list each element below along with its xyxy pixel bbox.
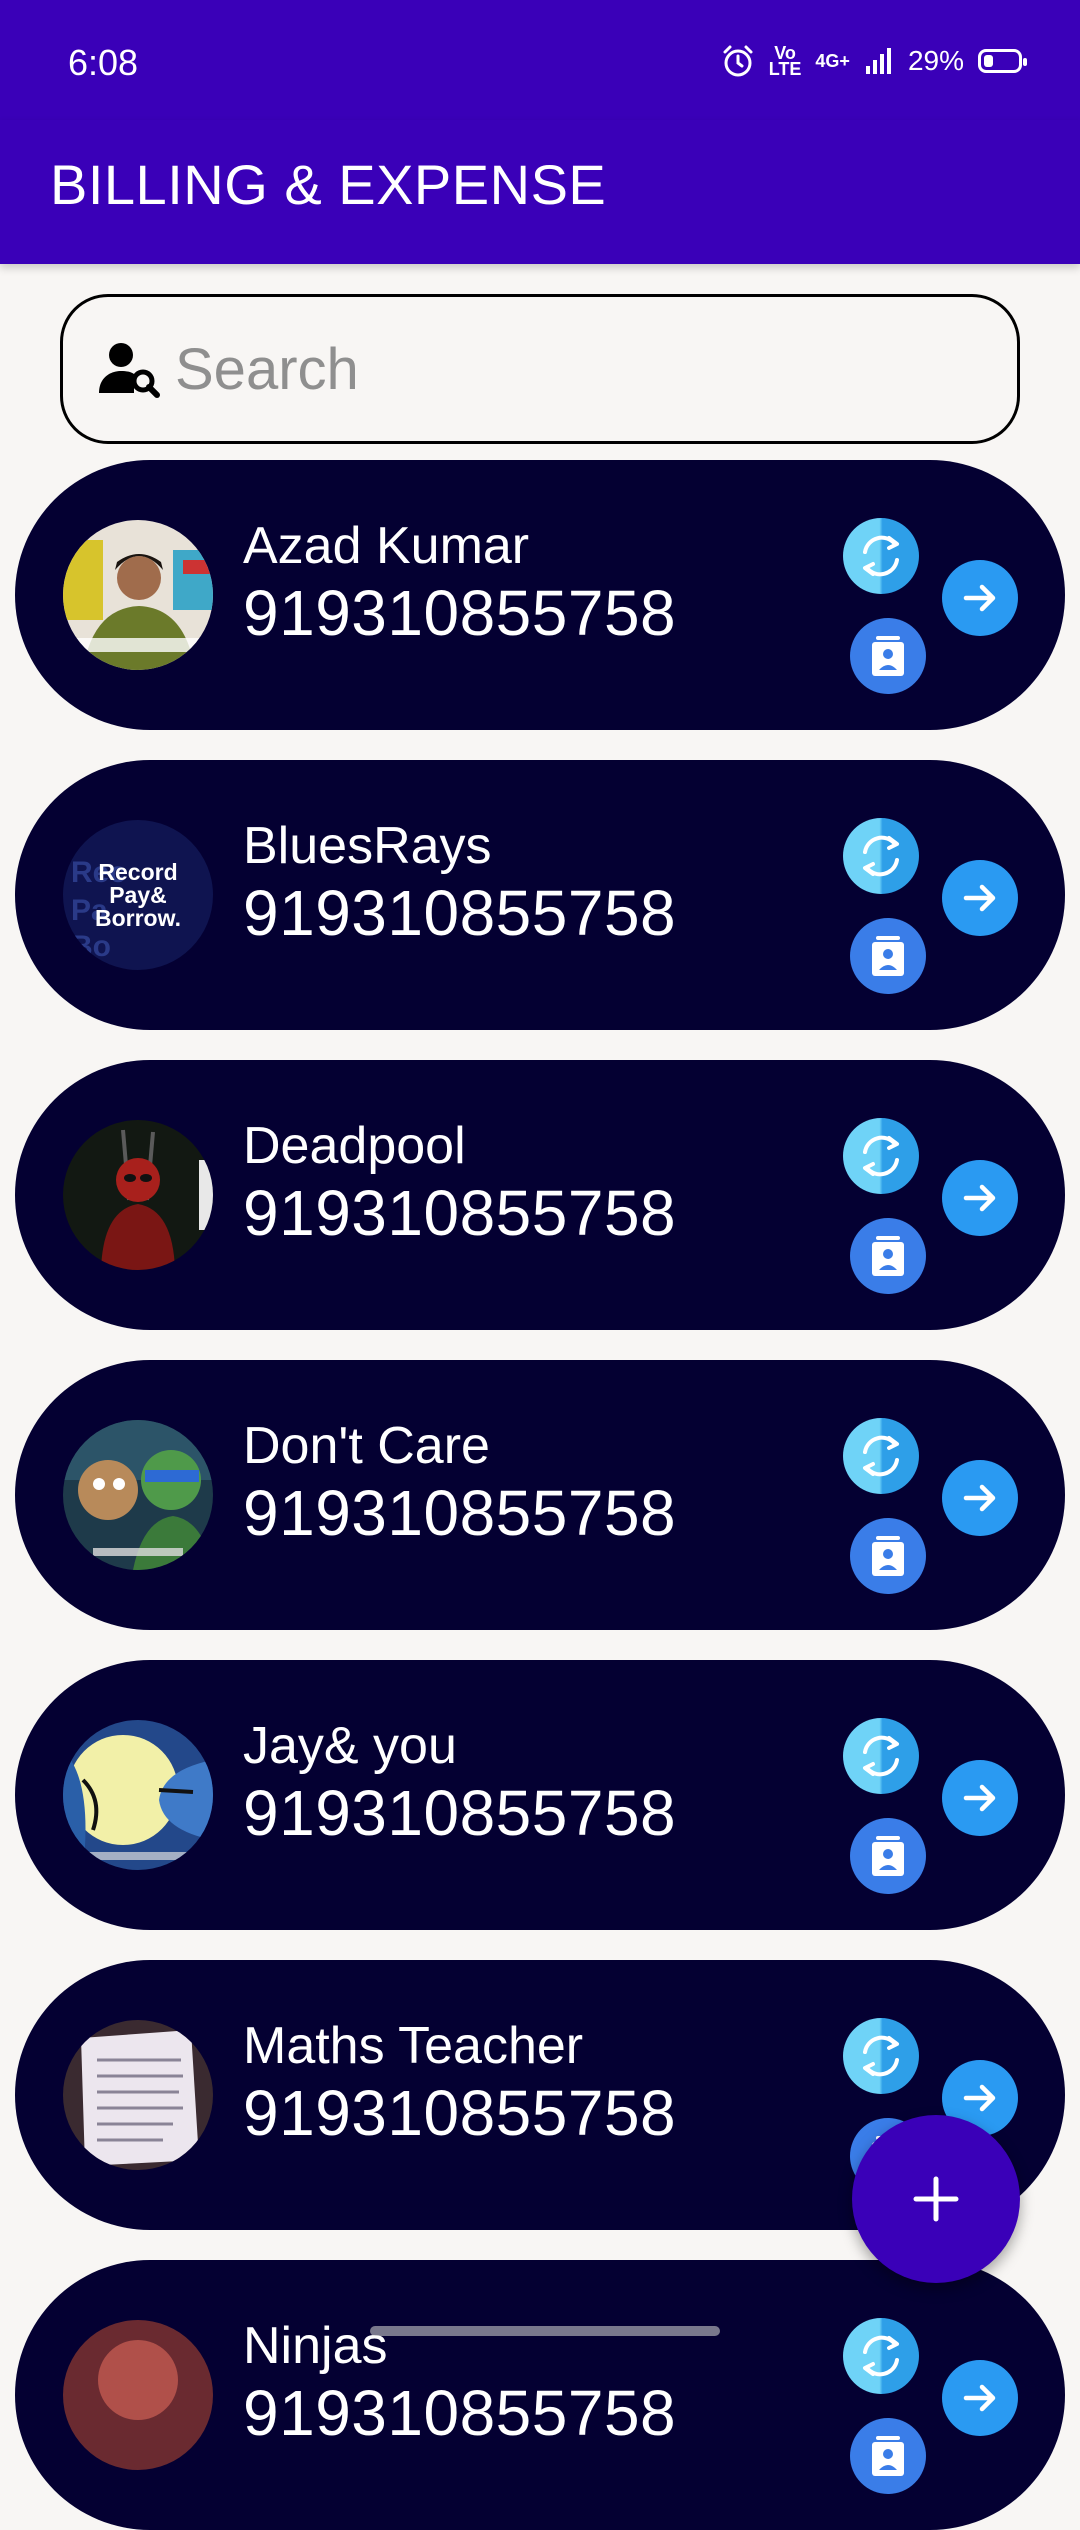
- delete-icon: [872, 2436, 904, 2476]
- avatar-text-line: Borrow.: [95, 905, 181, 931]
- contact-card[interactable]: Azad Kumar 919310855758: [15, 460, 1065, 730]
- open-contact-button[interactable]: [942, 2360, 1018, 2436]
- add-contact-button[interactable]: [852, 2115, 1020, 2283]
- contact-name: Deadpool: [243, 1117, 466, 1175]
- plus-icon: [913, 2176, 959, 2222]
- delete-button[interactable]: [850, 618, 926, 694]
- sync-icon: [863, 535, 899, 577]
- contact-phone: 919310855758: [243, 1477, 677, 1549]
- sync-button[interactable]: [843, 818, 919, 894]
- contact-avatar: [63, 2320, 213, 2470]
- contact-card[interactable]: Rec Pa Bo Record Pay& Borrow. BluesRays …: [15, 760, 1065, 1030]
- contact-card[interactable]: Deadpool 919310855758: [15, 1060, 1065, 1330]
- contact-name: Jay& you: [243, 1717, 457, 1775]
- contact-name: BluesRays: [243, 817, 492, 875]
- sync-icon: [863, 1735, 899, 1777]
- delete-icon: [872, 1236, 904, 1276]
- contact-list: Azad Kumar 919310855758 Rec Pa Bo Record…: [0, 0, 1080, 2530]
- arrow-right-icon: [963, 584, 996, 612]
- contact-avatar: [63, 1720, 213, 1870]
- open-contact-button[interactable]: [942, 560, 1018, 636]
- arrow-right-icon: [963, 884, 996, 912]
- delete-icon: [872, 1836, 904, 1876]
- sync-button[interactable]: [843, 518, 919, 594]
- sync-icon: [863, 1435, 899, 1477]
- sync-icon: [863, 835, 899, 877]
- contact-phone: 919310855758: [243, 877, 677, 949]
- contact-phone: 919310855758: [243, 1177, 677, 1249]
- open-contact-button[interactable]: [942, 1760, 1018, 1836]
- delete-button[interactable]: [850, 2418, 926, 2494]
- open-contact-button[interactable]: [942, 860, 1018, 936]
- contact-phone: 919310855758: [243, 1777, 677, 1849]
- contact-phone: 919310855758: [243, 577, 677, 649]
- arrow-right-icon: [963, 2384, 996, 2412]
- contact-card[interactable]: Don't Care 919310855758: [15, 1360, 1065, 1630]
- contact-name: Ninjas: [243, 2317, 388, 2375]
- delete-icon: [872, 636, 904, 676]
- arrow-right-icon: [963, 1784, 996, 1812]
- home-indicator[interactable]: [370, 2326, 720, 2336]
- arrow-right-icon: [963, 1484, 996, 1512]
- contact-avatar: [63, 1420, 213, 1570]
- open-contact-button[interactable]: [942, 1460, 1018, 1536]
- contact-name: Don't Care: [243, 1417, 490, 1475]
- sync-icon: [863, 1135, 899, 1177]
- svg-text:Bo: Bo: [71, 930, 111, 963]
- contact-name: Azad Kumar: [243, 517, 530, 575]
- open-contact-button[interactable]: [942, 1160, 1018, 1236]
- contact-avatar: [63, 520, 213, 670]
- contact-phone: 919310855758: [243, 2377, 677, 2449]
- arrow-right-icon: [963, 1184, 996, 1212]
- contact-card[interactable]: Jay& you 919310855758: [15, 1660, 1065, 1930]
- sync-button[interactable]: [843, 2018, 919, 2094]
- contact-avatar: [63, 2020, 213, 2170]
- delete-button[interactable]: [850, 918, 926, 994]
- delete-icon: [872, 936, 904, 976]
- contact-avatar: Rec Pa Bo Record Pay& Borrow.: [63, 820, 213, 970]
- contact-name: Maths Teacher: [243, 2017, 584, 2075]
- delete-button[interactable]: [850, 1518, 926, 1594]
- arrow-right-icon: [963, 2084, 996, 2112]
- contact-card[interactable]: Ninjas 919310855758: [15, 2260, 1065, 2530]
- sync-button[interactable]: [843, 2318, 919, 2394]
- delete-icon: [872, 1536, 904, 1576]
- sync-button[interactable]: [843, 1418, 919, 1494]
- contact-phone: 919310855758: [243, 2077, 677, 2149]
- sync-button[interactable]: [843, 1118, 919, 1194]
- sync-button[interactable]: [843, 1718, 919, 1794]
- sync-icon: [863, 2035, 899, 2077]
- contact-avatar: [63, 1120, 213, 1270]
- sync-icon: [863, 2335, 899, 2377]
- delete-button[interactable]: [850, 1218, 926, 1294]
- delete-button[interactable]: [850, 1818, 926, 1894]
